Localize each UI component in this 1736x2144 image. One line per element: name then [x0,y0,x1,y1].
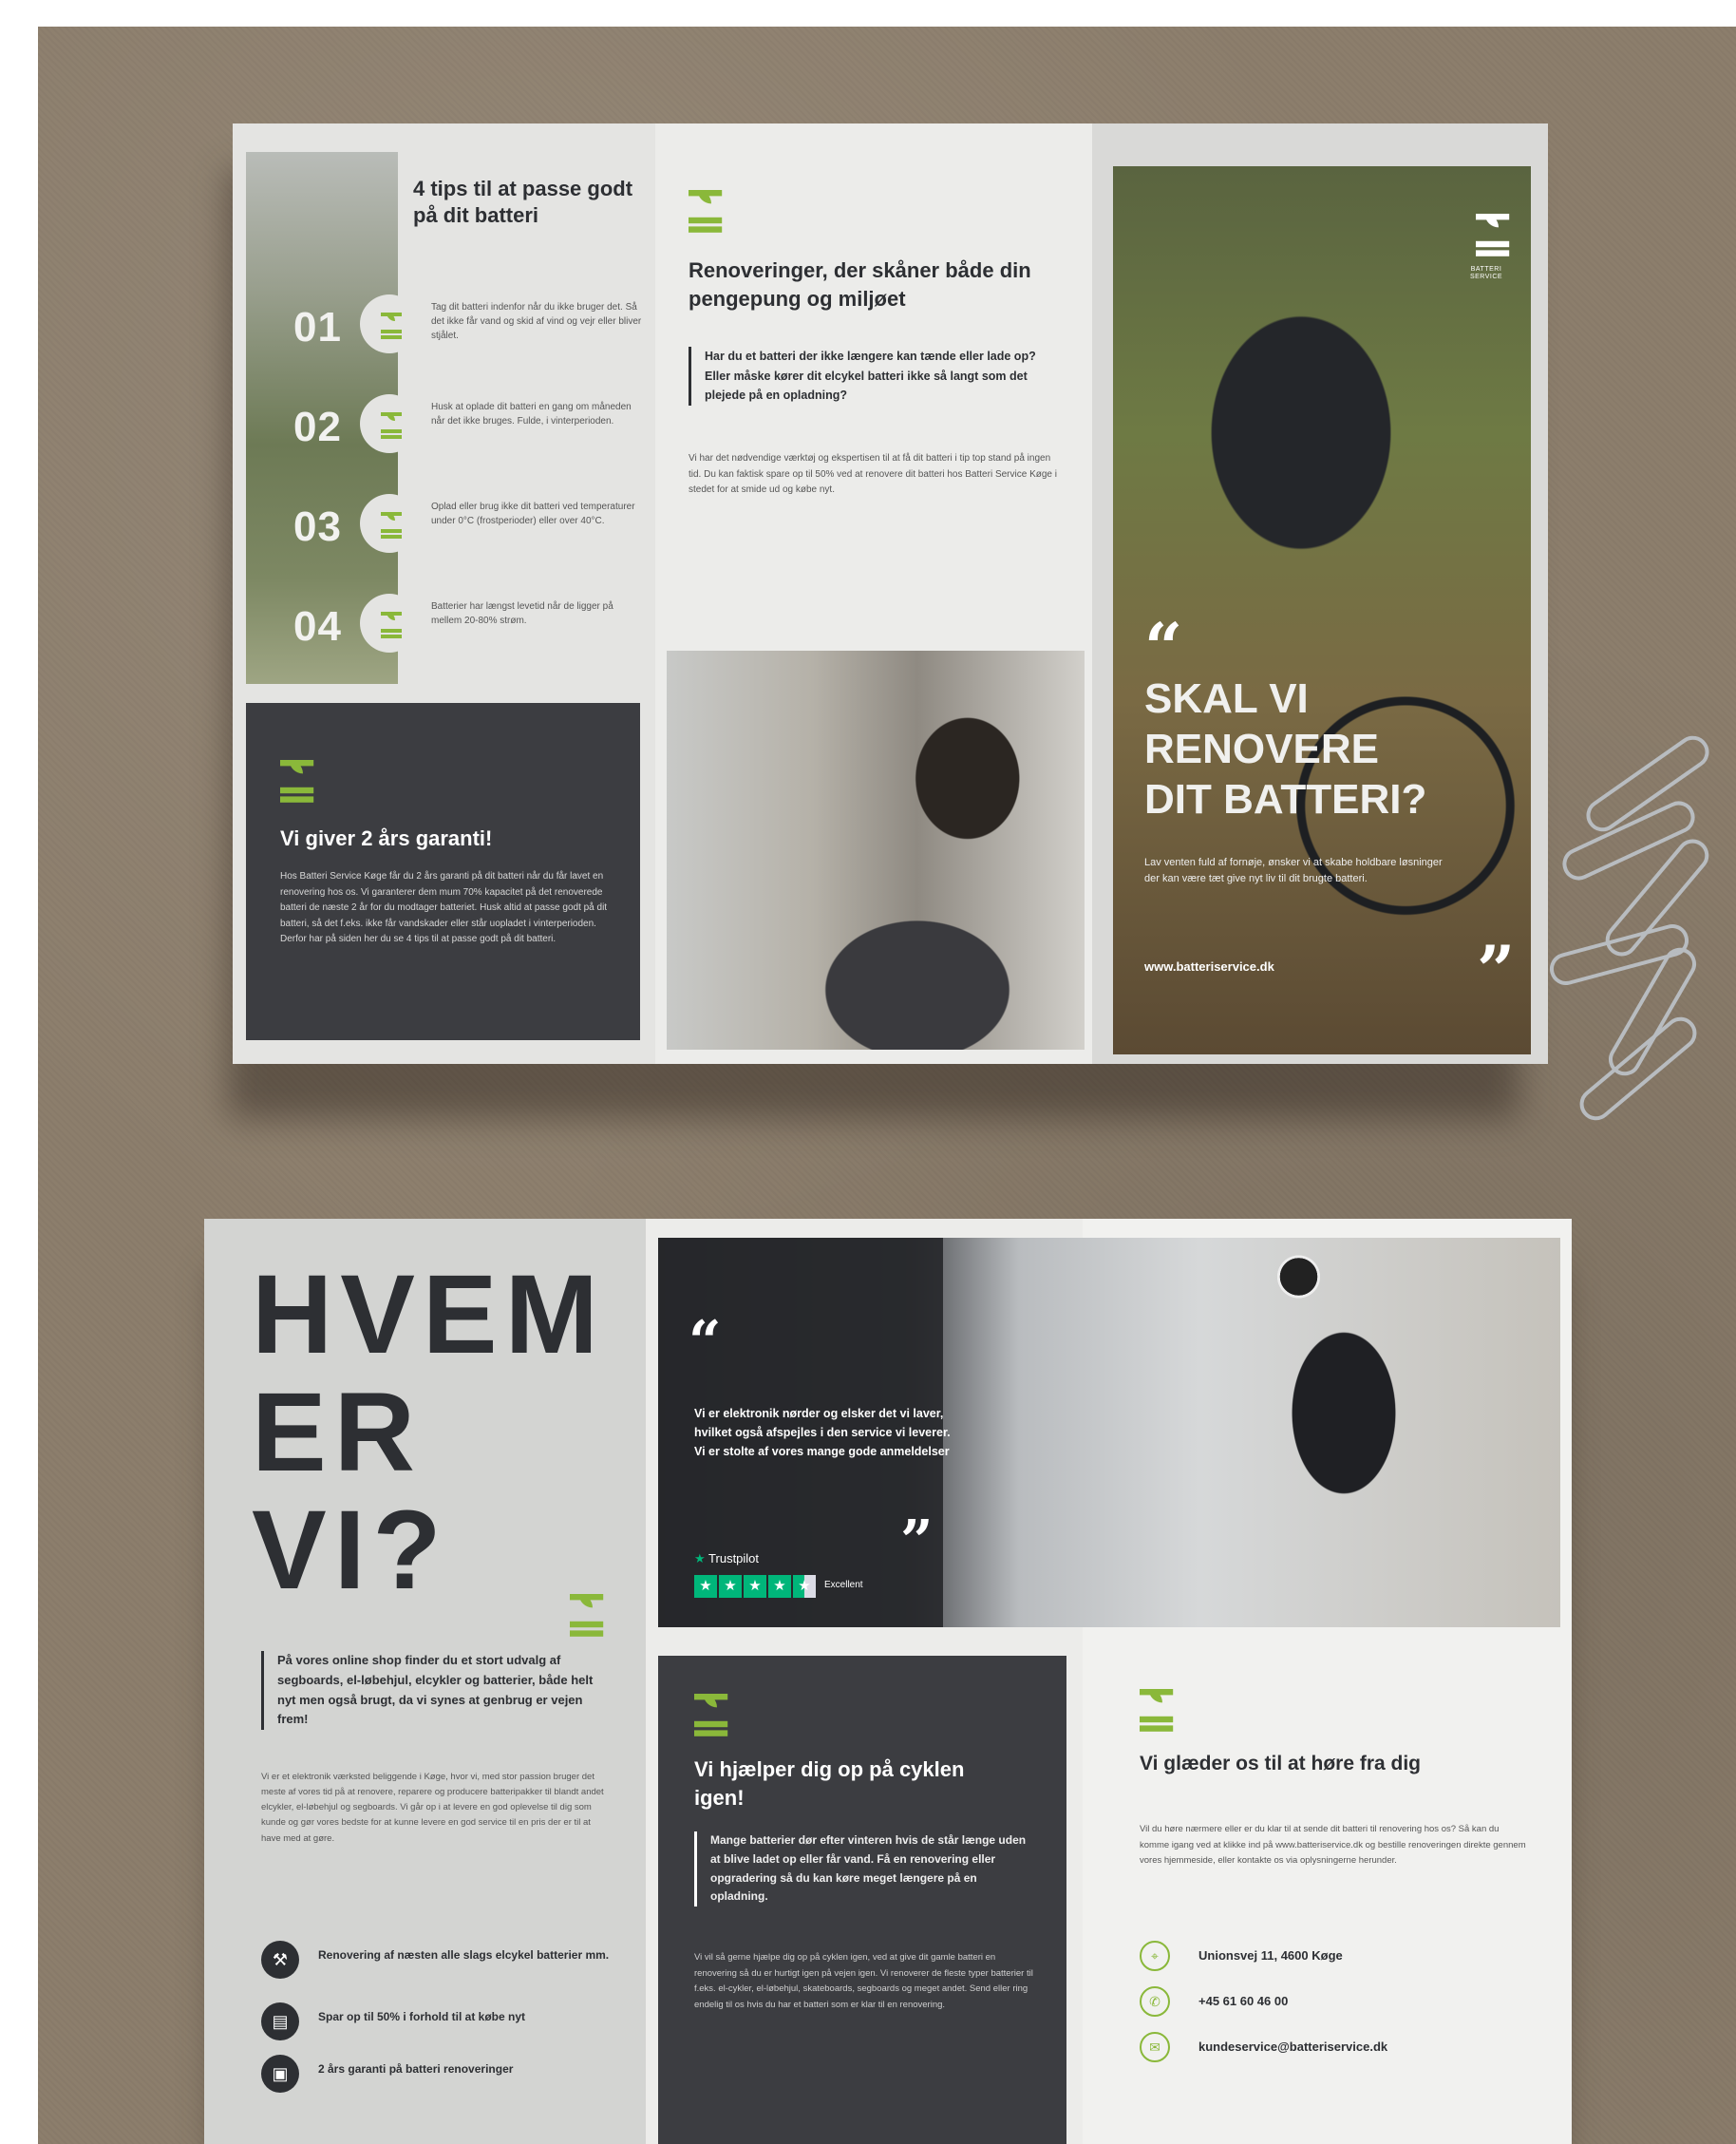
help-body: Vi vil så gerne hjælpe dig op på cyklen … [694,1952,1033,2010]
phone-text[interactable]: +45 61 60 46 00 [1198,1994,1288,2008]
wrench-icon: ⚒ [261,1941,299,1979]
contact-email: ✉ kundeservice@batteriservice.dk [1140,2032,1538,2066]
feature-text: Renovering af næsten alle slags elcykel … [318,1948,610,1962]
tips-title: 4 tips til at passe godt på dit batteri [413,177,633,227]
cover-headline-line: RENOVERE [1144,725,1379,772]
tip-item: 01 Tag dit batteri indenfor når du ikke … [246,294,645,361]
guarantee-box: Vi giver 2 års garanti! Hos Batteri Serv… [246,703,640,1040]
technician-photo [667,651,1085,1050]
renovation-panel: Renoveringer, der skåner både din pengep… [655,123,1092,1064]
star-icon: ★ [744,1575,766,1598]
contact-phone: ✆ +45 61 60 46 00 [1140,1986,1538,2021]
brand-wordmark: BATTERI SERVICE [1469,266,1503,281]
tip-circle [360,294,419,353]
trustpilot-star-icon: ★ [694,1551,706,1565]
guarantee-title: Vi giver 2 års garanti! [280,826,493,850]
battery-logo-icon [381,313,402,339]
tip-circle [360,394,419,453]
tip-number: 04 [293,603,342,650]
paper-clips [1546,730,1736,1148]
tips-panel: 4 tips til at passe godt på dit batteri … [233,123,655,1064]
cover-headline-line: DIT BATTERI? [1144,775,1427,823]
cover-headline: SKAL VI RENOVERE DIT BATTERI? [1144,674,1505,825]
battery-logo-icon [381,612,402,638]
location-icon: ⌖ [1140,1941,1170,1971]
tip-number: 02 [293,404,342,450]
rating-text: Excellent [824,1580,863,1590]
quote-close-mark: ” [1477,931,1516,1010]
about-headline-line: VI? [252,1488,449,1613]
tip-number: 03 [293,503,342,550]
about-panel: HVEM ER VI? På vores online shop finder … [204,1219,646,2144]
trustpilot-rating: ★ ★ ★ ★ ★ [694,1575,816,1598]
wallet-icon: ▤ [261,2002,299,2040]
tip-text: Oplad eller brug ikke dit batteri ved te… [431,502,635,526]
star-icon: ★ [694,1575,717,1598]
tip-text: Batterier har længst levetid når de ligg… [431,601,613,626]
battery-logo-icon [381,512,402,539]
renovation-lead: Har du et batteri der ikke længere kan t… [689,347,1059,406]
cover-headline-line: SKAL VI [1144,675,1309,722]
about-lead: På vores online shop finder du et stort … [261,1651,613,1731]
trustpilot-label: Trustpilot [708,1551,760,1565]
help-lead: Mange batterier dør efter vinteren hvis … [694,1831,1036,1907]
contact-title: Vi glæder os til at høre fra dig [1140,1753,1421,1774]
feature-item: ⚒ Renovering af næsten alle slags elcyke… [261,1941,622,1983]
renovation-title: Renoveringer, der skåner både din pengep… [689,258,1031,311]
battery-logo-icon [381,412,402,439]
brand-logo: BATTERI SERVICE [1458,214,1515,282]
tip-text: Tag dit batteri indenfor når du ikke bru… [431,302,642,341]
top-brochure: 4 tips til at passe godt på dit batteri … [233,123,1548,1064]
help-title: Vi hjælper dig op på cyklen igen! [694,1757,965,1810]
tip-circle [360,494,419,553]
website-link[interactable]: www.batteriservice.dk [1144,959,1274,974]
contact-address: ⌖ Unionsvej 11, 4600 Køge [1140,1941,1538,1975]
battery-logo-icon [280,760,314,803]
tip-item: 04 Batterier har længst levetid når de l… [246,594,645,660]
about-headline-line: HVEM [252,1252,606,1377]
tip-number: 01 [293,304,342,351]
battery-logo-icon [1140,1689,1174,1732]
about-headline: HVEM ER VI? [252,1252,606,1613]
renovation-body: Vi har det nødvendige værktøj og ekspert… [689,453,1057,495]
tip-text: Husk at oplade dit batteri en gang om må… [431,402,632,427]
guarantee-body: Hos Batteri Service Køge får du 2 års ga… [280,871,608,944]
half-star-icon: ★ [793,1575,816,1598]
tip-item: 03 Oplad eller brug ikke dit batteri ved… [246,494,645,560]
mockup-background: 4 tips til at passe godt på dit batteri … [38,27,1736,2144]
tip-circle [360,594,419,653]
quote-open-mark: “ [689,1309,722,1376]
shield-icon: ▣ [261,2055,299,2093]
phone-icon: ✆ [1140,1986,1170,2017]
address-text: Unionsvej 11, 4600 Køge [1198,1948,1343,1963]
about-body: Vi er et elektronik værksted beliggende … [261,1772,604,1844]
about-headline-line: ER [252,1370,423,1495]
feature-text: 2 års garanti på batteri renoveringer [318,2062,514,2076]
star-icon: ★ [768,1575,791,1598]
battery-logo-icon [570,1594,604,1637]
cover-subtext: Lav venten fuld af fornøje, ønsker vi at… [1144,857,1443,885]
email-text[interactable]: kundeservice@batteriservice.dk [1198,2040,1387,2054]
review-text: Vi er elektronik nørder og elsker det vi… [694,1407,951,1458]
help-box: Vi hjælper dig op på cyklen igen! Mange … [658,1656,1066,2144]
battery-logo-icon [689,190,723,233]
bottom-brochure: HVEM ER VI? På vores online shop finder … [204,1219,1572,2144]
battery-logo-icon [694,1694,728,1736]
feature-item: ▤ Spar op til 50% i forhold til at købe … [261,2002,622,2044]
cover-panel: BATTERI SERVICE “ SKAL VI RENOVERE DIT B… [1092,123,1548,1064]
battery-logo-icon [1476,214,1510,256]
email-icon: ✉ [1140,2032,1170,2062]
tip-item: 02 Husk at oplade dit batteri en gang om… [246,394,645,461]
feature-text: Spar op til 50% i forhold til at købe ny… [318,2010,526,2023]
review-box: “ Vi er elektronik nørder og elsker det … [658,1238,951,1627]
trustpilot-logo: ★ Trustpilot [694,1551,759,1566]
star-icon: ★ [719,1575,742,1598]
contact-body: Vil du høre nærmere eller er du klar til… [1140,1824,1526,1867]
quote-close-mark: ” [900,1508,934,1575]
feature-item: ▣ 2 års garanti på batteri renoveringer [261,2055,622,2097]
